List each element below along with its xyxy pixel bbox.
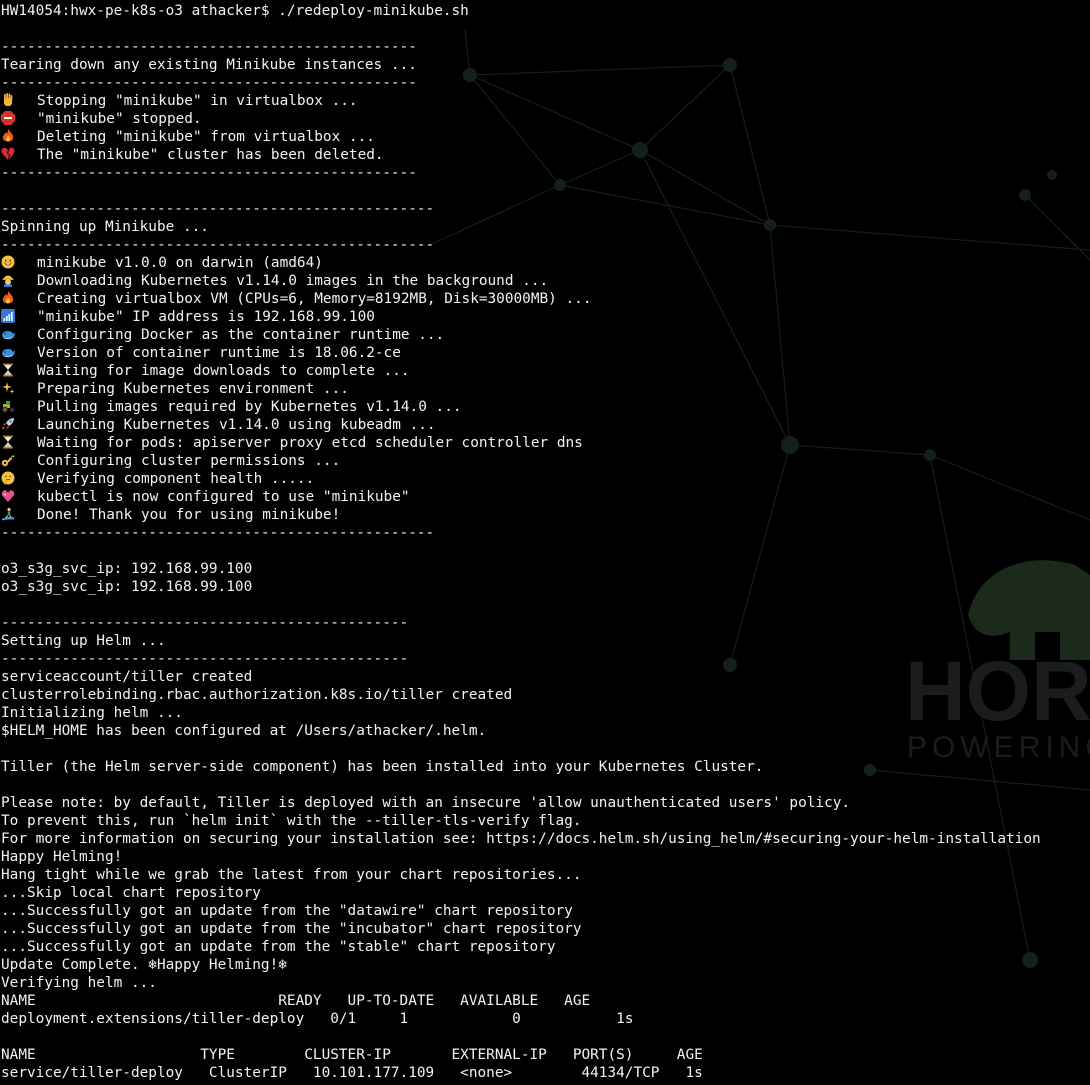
terminal-line: Waiting for pods: apiserver proxy etcd s… — [1, 434, 1090, 452]
terminal-line-text: Done! Thank you for using minikube! — [37, 507, 341, 523]
terminal-line: $HELM_HOME has been configured at /Users… — [1, 723, 487, 739]
terminal-line: ...Successfully got an update from the "… — [1, 903, 573, 919]
terminal-line: Creating virtualbox VM (CPUs=6, Memory=8… — [1, 290, 1090, 308]
hourglass-icon — [1, 362, 37, 380]
terminal-line: Tearing down any existing Minikube insta… — [1, 57, 417, 73]
terminal-line-text: Waiting for pods: apiserver proxy etcd s… — [37, 435, 583, 451]
terminal-line-text: Downloading Kubernetes v1.14.0 images in… — [37, 273, 549, 289]
broken-heart-icon — [1, 146, 37, 164]
terminal-line: Deleting "minikube" from virtualbox ... — [1, 128, 1090, 146]
terminal-line: o3_s3g_svc_ip: 192.168.99.100 — [1, 579, 253, 595]
terminal-line-text: Stopping "minikube" in virtualbox ... — [37, 93, 358, 109]
terminal-line-text: Verifying component health ..... — [37, 471, 315, 487]
terminal-line: "minikube" IP address is 192.168.99.100 — [1, 308, 1090, 326]
rocket-icon — [1, 416, 37, 434]
terminal-line: Launching Kubernetes v1.14.0 using kubea… — [1, 416, 1090, 434]
terminal-line: To prevent this, run `helm init` with th… — [1, 813, 582, 829]
terminal-line-text: Pulling images required by Kubernetes v1… — [37, 399, 462, 415]
terminal-line-text: Configuring Docker as the container runt… — [37, 327, 445, 343]
sparkling-heart-icon — [1, 488, 37, 506]
terminal-line: Please note: by default, Tiller is deplo… — [1, 795, 851, 811]
terminal-line: ----------------------------------------… — [1, 39, 417, 55]
terminal-line: Tiller (the Helm server-side component) … — [1, 759, 764, 775]
terminal-line: Done! Thank you for using minikube! — [1, 506, 1090, 524]
terminal-line: Waiting for image downloads to complete … — [1, 362, 1090, 380]
terminal-line: ----------------------------------------… — [1, 201, 435, 217]
terminal-line: HW14054:hwx-pe-k8s-o3 athacker$ ./redepl… — [1, 3, 469, 19]
fire-icon — [1, 290, 37, 308]
terminal-line: Configuring Docker as the container runt… — [1, 326, 1090, 344]
terminal-line: Stopping "minikube" in virtualbox ... — [1, 92, 1090, 110]
terminal-line-text: minikube v1.0.0 on darwin (amd64) — [37, 255, 323, 271]
terminal-line: ...Successfully got an update from the "… — [1, 921, 582, 937]
whale-icon — [1, 326, 37, 344]
terminal-line: The "minikube" cluster has been deleted. — [1, 146, 1090, 164]
surfer-icon — [1, 506, 37, 524]
terminal-line: Configuring cluster permissions ... — [1, 452, 1090, 470]
fire-icon — [1, 128, 37, 146]
terminal-line-text: Preparing Kubernetes environment ... — [37, 381, 349, 397]
terminal-line: deployment.extensions/tiller-deploy 0/1 … — [1, 1011, 634, 1027]
hourglass-icon — [1, 434, 37, 452]
terminal-line: ----------------------------------------… — [1, 525, 435, 541]
terminal-line-text: kubectl is now configured to use "miniku… — [37, 489, 410, 505]
terminal-line-text: Creating virtualbox VM (CPUs=6, Memory=8… — [37, 291, 592, 307]
terminal-line: Pulling images required by Kubernetes v1… — [1, 398, 1090, 416]
terminal-line: Verifying component health ..... — [1, 470, 1090, 488]
terminal-line: ----------------------------------------… — [1, 165, 417, 181]
terminal-line: ----------------------------------------… — [1, 75, 417, 91]
terminal-line: "minikube" stopped. — [1, 110, 1090, 128]
terminal-line-text: "minikube" IP address is 192.168.99.100 — [37, 309, 375, 325]
terminal-line: Initializing helm ... — [1, 705, 183, 721]
terminal-line-text: Waiting for image downloads to complete … — [37, 363, 410, 379]
terminal-line: service/tiller-deploy ClusterIP 10.101.1… — [1, 1065, 703, 1081]
tractor-icon — [1, 398, 37, 416]
terminal-line: Happy Helming! — [1, 849, 123, 865]
terminal-line: minikube v1.0.0 on darwin (amd64) — [1, 254, 1090, 272]
terminal-line: serviceaccount/tiller created — [1, 669, 253, 685]
terminal-line-text: Launching Kubernetes v1.14.0 using kubea… — [37, 417, 436, 433]
terminal-line: Verifying helm ... — [1, 975, 157, 991]
terminal-line: ----------------------------------------… — [1, 651, 409, 667]
sparkles-icon — [1, 380, 37, 398]
terminal-line: Setting up Helm ... — [1, 633, 166, 649]
terminal-line-text: Version of container runtime is 18.06.2-… — [37, 345, 401, 361]
signal-bars-icon — [1, 308, 37, 326]
key-icon — [1, 452, 37, 470]
thinking-face-icon — [1, 470, 37, 488]
raised-hand-icon — [1, 92, 37, 110]
terminal-line: For more information on securing your in… — [1, 831, 1041, 847]
construction-worker-icon — [1, 272, 37, 290]
terminal-line: o3_s3g_svc_ip: 192.168.99.100 — [1, 561, 253, 577]
terminal-output: HW14054:hwx-pe-k8s-o3 athacker$ ./redepl… — [1, 2, 1090, 1082]
terminal-line: NAME TYPE CLUSTER-IP EXTERNAL-IP PORT(S)… — [1, 1047, 703, 1063]
terminal-line: ...Skip local chart repository — [1, 885, 261, 901]
terminal-line: Spinning up Minikube ... — [1, 219, 209, 235]
grinning-face-icon — [1, 254, 37, 272]
terminal-line: Hang tight while we grab the latest from… — [1, 867, 582, 883]
terminal-line: Preparing Kubernetes environment ... — [1, 380, 1090, 398]
terminal-line: Version of container runtime is 18.06.2-… — [1, 344, 1090, 362]
terminal-line: clusterrolebinding.rbac.authorization.k8… — [1, 687, 513, 703]
terminal-line: Update Complete. ❄Happy Helming!❄ — [1, 957, 287, 973]
terminal-line: ...Successfully got an update from the "… — [1, 939, 556, 955]
terminal-line: kubectl is now configured to use "miniku… — [1, 488, 1090, 506]
terminal-line-text: Deleting "minikube" from virtualbox ... — [37, 129, 375, 145]
stop-sign-icon — [1, 110, 37, 128]
whale-icon — [1, 344, 37, 362]
terminal-line: ----------------------------------------… — [1, 615, 409, 631]
terminal-line-text: Configuring cluster permissions ... — [37, 453, 341, 469]
terminal-line: ----------------------------------------… — [1, 237, 435, 253]
terminal-line: Downloading Kubernetes v1.14.0 images in… — [1, 272, 1090, 290]
terminal-line-text: The "minikube" cluster has been deleted. — [37, 147, 384, 163]
terminal-line-text: "minikube" stopped. — [37, 111, 202, 127]
terminal-line: NAME READY UP-TO-DATE AVAILABLE AGE — [1, 993, 591, 1009]
